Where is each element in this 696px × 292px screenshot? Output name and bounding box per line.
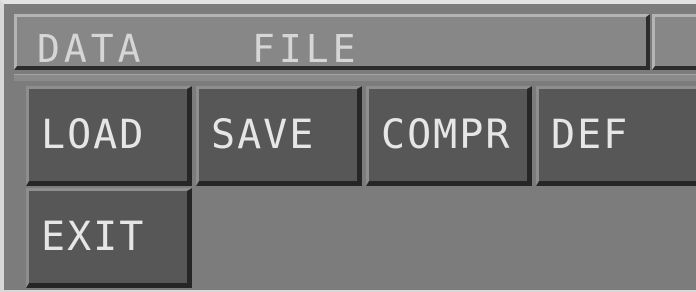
panel-title: DATA FILE	[37, 27, 360, 71]
save-button[interactable]: SAVE	[196, 86, 362, 186]
default-button[interactable]: DEF	[536, 86, 696, 186]
title-bar-extension	[652, 14, 696, 70]
load-button[interactable]: LOAD	[26, 86, 192, 186]
exit-button[interactable]: EXIT	[26, 188, 192, 288]
data-file-panel: DATA FILE LOAD SAVE COMPR DEF EXIT	[0, 0, 696, 292]
title-bar: DATA FILE	[14, 14, 650, 70]
divider	[14, 74, 696, 81]
compress-button[interactable]: COMPR	[366, 86, 532, 186]
